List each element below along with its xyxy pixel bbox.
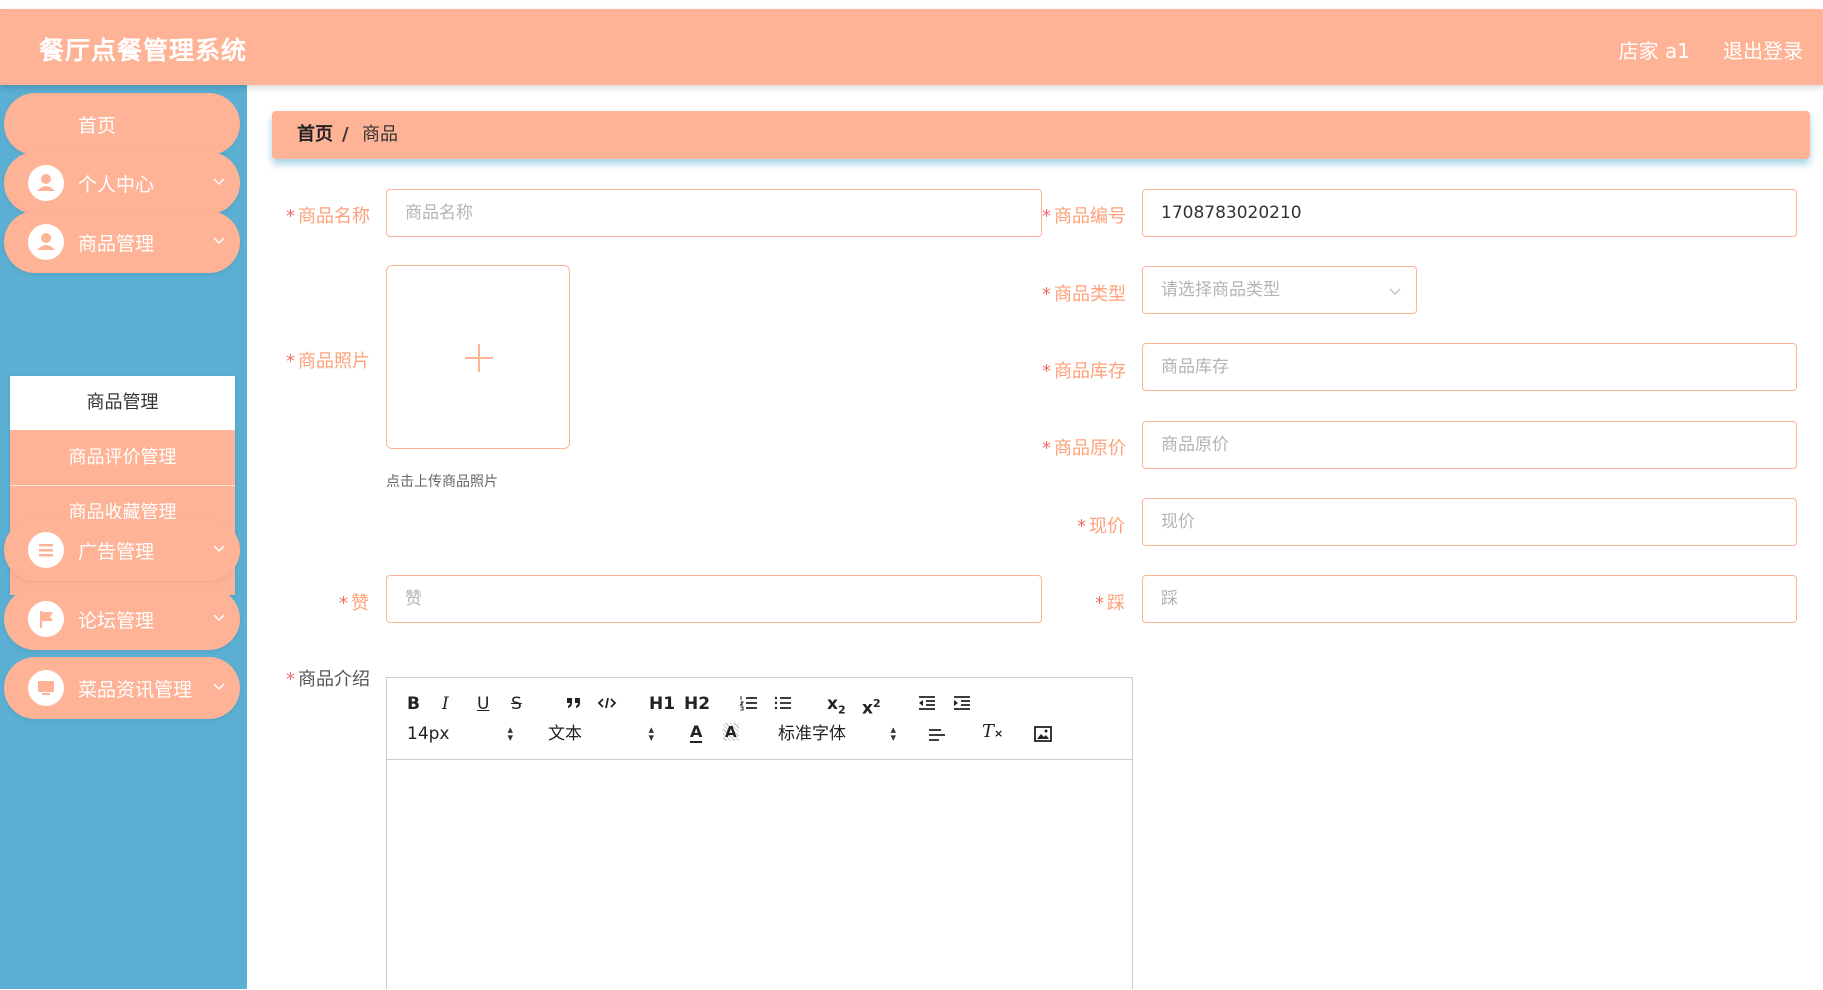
heading1-button[interactable]: H1 [649,694,675,714]
sidebar-item-personal-center[interactable]: 个人中心 [4,152,240,214]
product-name-input[interactable]: 商品名称 [386,189,1042,237]
chevron-down-icon [213,683,225,691]
product-name-label: * 商品名称 [286,206,370,227]
clear-format-icon[interactable]: T× [982,722,1003,744]
font-family-select[interactable]: 标准字体 ▴ ▾ [778,724,896,744]
bullet-list-icon[interactable] [773,694,793,712]
monitor-icon [28,670,64,706]
editor-toolbar: B I U S H1 H2 x2 x2 14px ▴ ▾ 文本 ▴ ▾ A A … [387,678,1132,760]
chevron-down-icon [213,614,225,622]
product-type-select[interactable]: 请选择商品类型 [1142,266,1417,314]
submenu-item-product-reviews[interactable]: 商品评价管理 [10,431,235,485]
chevron-down-icon [1389,288,1401,295]
outdent-icon[interactable] [917,694,937,712]
original-price-input[interactable]: 商品原价 [1142,421,1797,469]
sidebar-item-label: 广告管理 [78,541,155,563]
ordered-list-icon[interactable] [739,694,759,712]
current-user: 店家 a1 [1618,39,1690,63]
align-left-icon[interactable] [927,726,947,744]
list-icon [28,532,64,568]
sidebar-item-label: 首页 [78,115,117,137]
breadcrumb: 首页 / 商品 [272,111,1810,159]
photo-upload-box[interactable] [386,265,570,449]
bold-button[interactable]: B [407,694,420,714]
code-icon[interactable] [597,694,617,712]
sidebar-item-forum-management[interactable]: 论坛管理 [4,588,240,650]
flag-icon [28,601,64,637]
current-price-input[interactable]: 现价 [1142,498,1797,546]
current-price-label: * 现价 [1077,516,1125,537]
sidebar-item-ad-management[interactable]: 广告管理 [4,519,240,581]
editor-content-area[interactable] [387,760,1132,990]
font-color-icon[interactable]: A [690,722,703,743]
sidebar-item-label: 个人中心 [78,174,155,196]
original-price-label: * 商品原价 [1042,438,1126,459]
dislike-input[interactable]: 踩 [1142,575,1797,623]
sidebar-item-dish-news-management[interactable]: 菜品资讯管理 [4,657,240,719]
header-select-value: 文本 [548,724,582,744]
breadcrumb-separator: / [342,124,349,145]
image-icon[interactable] [1034,726,1052,742]
product-stock-input[interactable]: 商品库存 [1142,343,1797,391]
product-type-label: * 商品类型 [1042,284,1126,305]
chevron-down-icon [213,178,225,186]
sidebar-item-label: 菜品资讯管理 [78,679,193,701]
user-icon [28,224,64,260]
like-input[interactable]: 赞 [386,575,1042,623]
app-title: 餐厅点餐管理系统 [39,36,248,65]
font-size-select[interactable]: 14px ▴ ▾ [407,724,513,744]
font-size-value: 14px [407,724,450,744]
logout-button[interactable]: 退出登录 [1723,35,1803,64]
header-select[interactable]: 文本 ▴ ▾ [548,724,654,744]
sidebar-item-product-management[interactable]: 商品管理 [4,211,240,273]
photo-upload-hint: 点击上传商品照片 [386,474,498,490]
plus-icon [465,344,493,372]
product-code-label: * 商品编号 [1042,206,1126,227]
select-arrows-icon: ▴ ▾ [890,723,896,744]
select-arrows-icon: ▴ ▾ [648,723,654,744]
product-photo-label: * 商品照片 [286,351,370,372]
rich-text-editor: B I U S H1 H2 x2 x2 14px ▴ ▾ 文本 ▴ ▾ A A … [386,677,1133,989]
chevron-down-icon [213,545,225,553]
dislike-label: * 踩 [1095,593,1125,614]
product-stock-label: * 商品库存 [1042,361,1126,382]
sidebar-item-home[interactable]: 首页 [4,93,240,155]
top-header: 餐厅点餐管理系统 店家 a1 退出登录 [0,9,1823,85]
subscript-button[interactable]: x2 [827,694,846,720]
heading2-button[interactable]: H2 [684,694,710,714]
superscript-button[interactable]: x2 [862,694,881,719]
like-label: * 赞 [339,593,369,614]
font-family-value: 标准字体 [778,724,846,744]
sidebar-item-label: 商品管理 [78,233,155,255]
chevron-down-icon [213,237,225,245]
background-color-icon[interactable]: A [723,722,739,742]
product-intro-label: * 商品介绍 [286,669,370,690]
underline-button[interactable]: U [477,694,489,714]
strike-button[interactable]: S [511,694,522,714]
product-type-placeholder: 请选择商品类型 [1161,280,1280,300]
sidebar-item-label: 论坛管理 [78,610,155,632]
product-code-input[interactable]: 1708783020210 [1142,189,1797,237]
submenu-item-product-management[interactable]: 商品管理 [10,376,235,430]
quote-icon[interactable] [565,694,583,712]
select-arrows-icon: ▴ ▾ [507,723,513,744]
sidebar: 首页 个人中心 商品管理 商品管理 商品评价管理 商品收藏管理 商品订单管理 广… [0,85,247,989]
breadcrumb-home[interactable]: 首页 [297,111,333,159]
user-icon [28,165,64,201]
italic-button[interactable]: I [442,694,449,714]
indent-icon[interactable] [952,694,972,712]
breadcrumb-current: 商品 [362,124,398,145]
